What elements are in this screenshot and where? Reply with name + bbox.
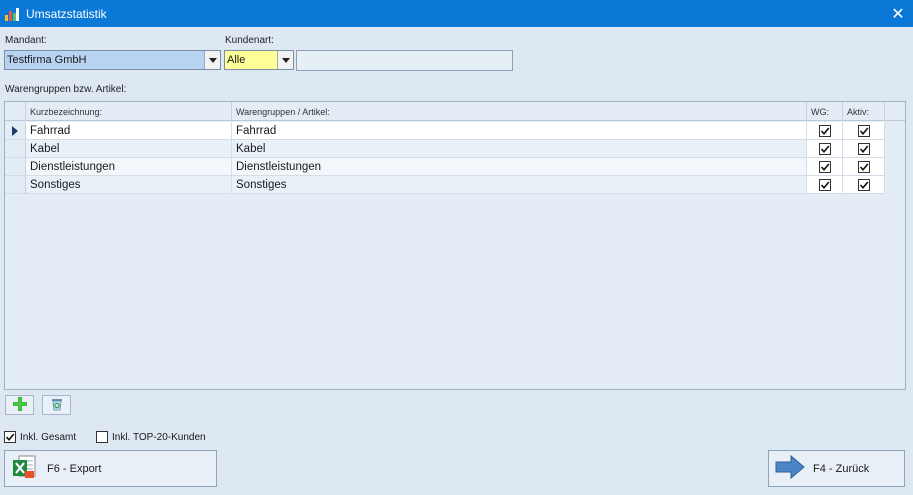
chart-icon (4, 6, 20, 22)
cell-kurzbezeichnung[interactable]: Fahrrad (26, 122, 232, 140)
column-header-wg[interactable]: WG: (807, 102, 843, 121)
window-title: Umsatzstatistik (26, 6, 107, 21)
row-selector[interactable] (5, 140, 26, 158)
cell-wg (807, 176, 843, 194)
cell-kurzbezeichnung[interactable]: Kabel (26, 140, 232, 158)
cell-aktiv (843, 122, 885, 140)
chevron-down-icon (208, 57, 217, 63)
mandant-select[interactable]: Testfirma GmbH (4, 50, 221, 70)
column-header-kurzbezeichnung[interactable]: Kurzbezeichnung: (26, 102, 232, 121)
row-selector[interactable] (5, 122, 26, 140)
wg-checkbox[interactable] (818, 142, 831, 155)
column-header-warengruppen[interactable]: Warengruppen / Artikel: (232, 102, 807, 121)
warengruppen-grid[interactable]: Kurzbezeichnung: Warengruppen / Artikel:… (4, 101, 906, 390)
table-row[interactable]: Sonstiges Sonstiges (5, 176, 905, 194)
header-row-selector (5, 102, 26, 121)
cell-warengruppen[interactable]: Dienstleistungen (232, 158, 807, 176)
check-icon (820, 180, 829, 189)
kundenart-label: Kundenart: (225, 35, 274, 46)
aktiv-checkbox[interactable] (857, 160, 870, 173)
row-selector[interactable] (5, 158, 26, 176)
grid-section-label: Warengruppen bzw. Artikel: (5, 84, 127, 95)
check-icon (820, 126, 829, 135)
inkl-top20-option[interactable]: Inkl. TOP-20-Kunden (96, 431, 206, 443)
wg-checkbox[interactable] (818, 178, 831, 191)
inkl-gesamt-label: Inkl. Gesamt (20, 431, 77, 443)
aktiv-checkbox[interactable] (857, 178, 870, 191)
close-button[interactable]: ✕ (883, 0, 913, 27)
cell-aktiv (843, 140, 885, 158)
current-row-icon (12, 125, 18, 136)
column-header-aktiv[interactable]: Aktiv: (843, 102, 885, 121)
wg-checkbox[interactable] (818, 160, 831, 173)
export-label: F6 - Export (47, 462, 102, 475)
kundenart-value: Alle (225, 51, 277, 69)
cell-kurzbezeichnung[interactable]: Dienstleistungen (26, 158, 232, 176)
check-icon (820, 162, 829, 171)
back-label: F4 - Zurück (813, 462, 870, 475)
recycle-bin-icon (50, 397, 64, 414)
kundenart-select[interactable]: Alle (224, 50, 294, 70)
cell-wg (807, 140, 843, 158)
inkl-gesamt-checkbox[interactable] (4, 431, 16, 443)
check-icon (820, 144, 829, 153)
close-icon: ✕ (891, 5, 905, 23)
delete-button[interactable] (42, 395, 71, 415)
mandant-dropdown-button[interactable] (204, 51, 220, 69)
cell-wg (807, 122, 843, 140)
cell-kurzbezeichnung[interactable]: Sonstiges (26, 176, 232, 194)
chevron-down-icon (281, 57, 290, 63)
row-selector[interactable] (5, 176, 26, 194)
inkl-top20-checkbox[interactable] (96, 431, 108, 443)
check-icon (859, 180, 868, 189)
title-bar: Umsatzstatistik ✕ (0, 0, 913, 27)
check-icon (859, 126, 868, 135)
mandant-value: Testfirma GmbH (5, 51, 204, 69)
add-button[interactable] (5, 395, 34, 415)
table-row[interactable]: Fahrrad Fahrrad (5, 122, 905, 140)
wg-checkbox[interactable] (818, 124, 831, 137)
kundenart-dropdown-button[interactable] (277, 51, 293, 69)
plus-icon (12, 396, 27, 414)
inkl-top20-label: Inkl. TOP-20-Kunden (112, 431, 206, 443)
back-button[interactable]: F4 - Zurück (768, 450, 905, 487)
aktiv-checkbox[interactable] (857, 142, 870, 155)
export-button[interactable]: F6 - Export (4, 450, 217, 487)
table-row[interactable]: Kabel Kabel (5, 140, 905, 158)
cell-aktiv (843, 158, 885, 176)
cell-wg (807, 158, 843, 176)
excel-icon (11, 454, 37, 483)
kundenart-text-field[interactable] (296, 50, 513, 71)
arrow-right-icon (775, 454, 805, 482)
check-icon (859, 144, 868, 153)
check-icon (859, 162, 868, 171)
aktiv-checkbox[interactable] (857, 124, 870, 137)
check-icon (5, 433, 15, 442)
cell-warengruppen[interactable]: Sonstiges (232, 176, 807, 194)
cell-warengruppen[interactable]: Fahrrad (232, 122, 807, 140)
mandant-label: Mandant: (5, 35, 47, 46)
grid-header: Kurzbezeichnung: Warengruppen / Artikel:… (5, 102, 905, 121)
table-row[interactable]: Dienstleistungen Dienstleistungen (5, 158, 905, 176)
cell-warengruppen[interactable]: Kabel (232, 140, 807, 158)
cell-aktiv (843, 176, 885, 194)
inkl-gesamt-option[interactable]: Inkl. Gesamt (4, 431, 76, 443)
